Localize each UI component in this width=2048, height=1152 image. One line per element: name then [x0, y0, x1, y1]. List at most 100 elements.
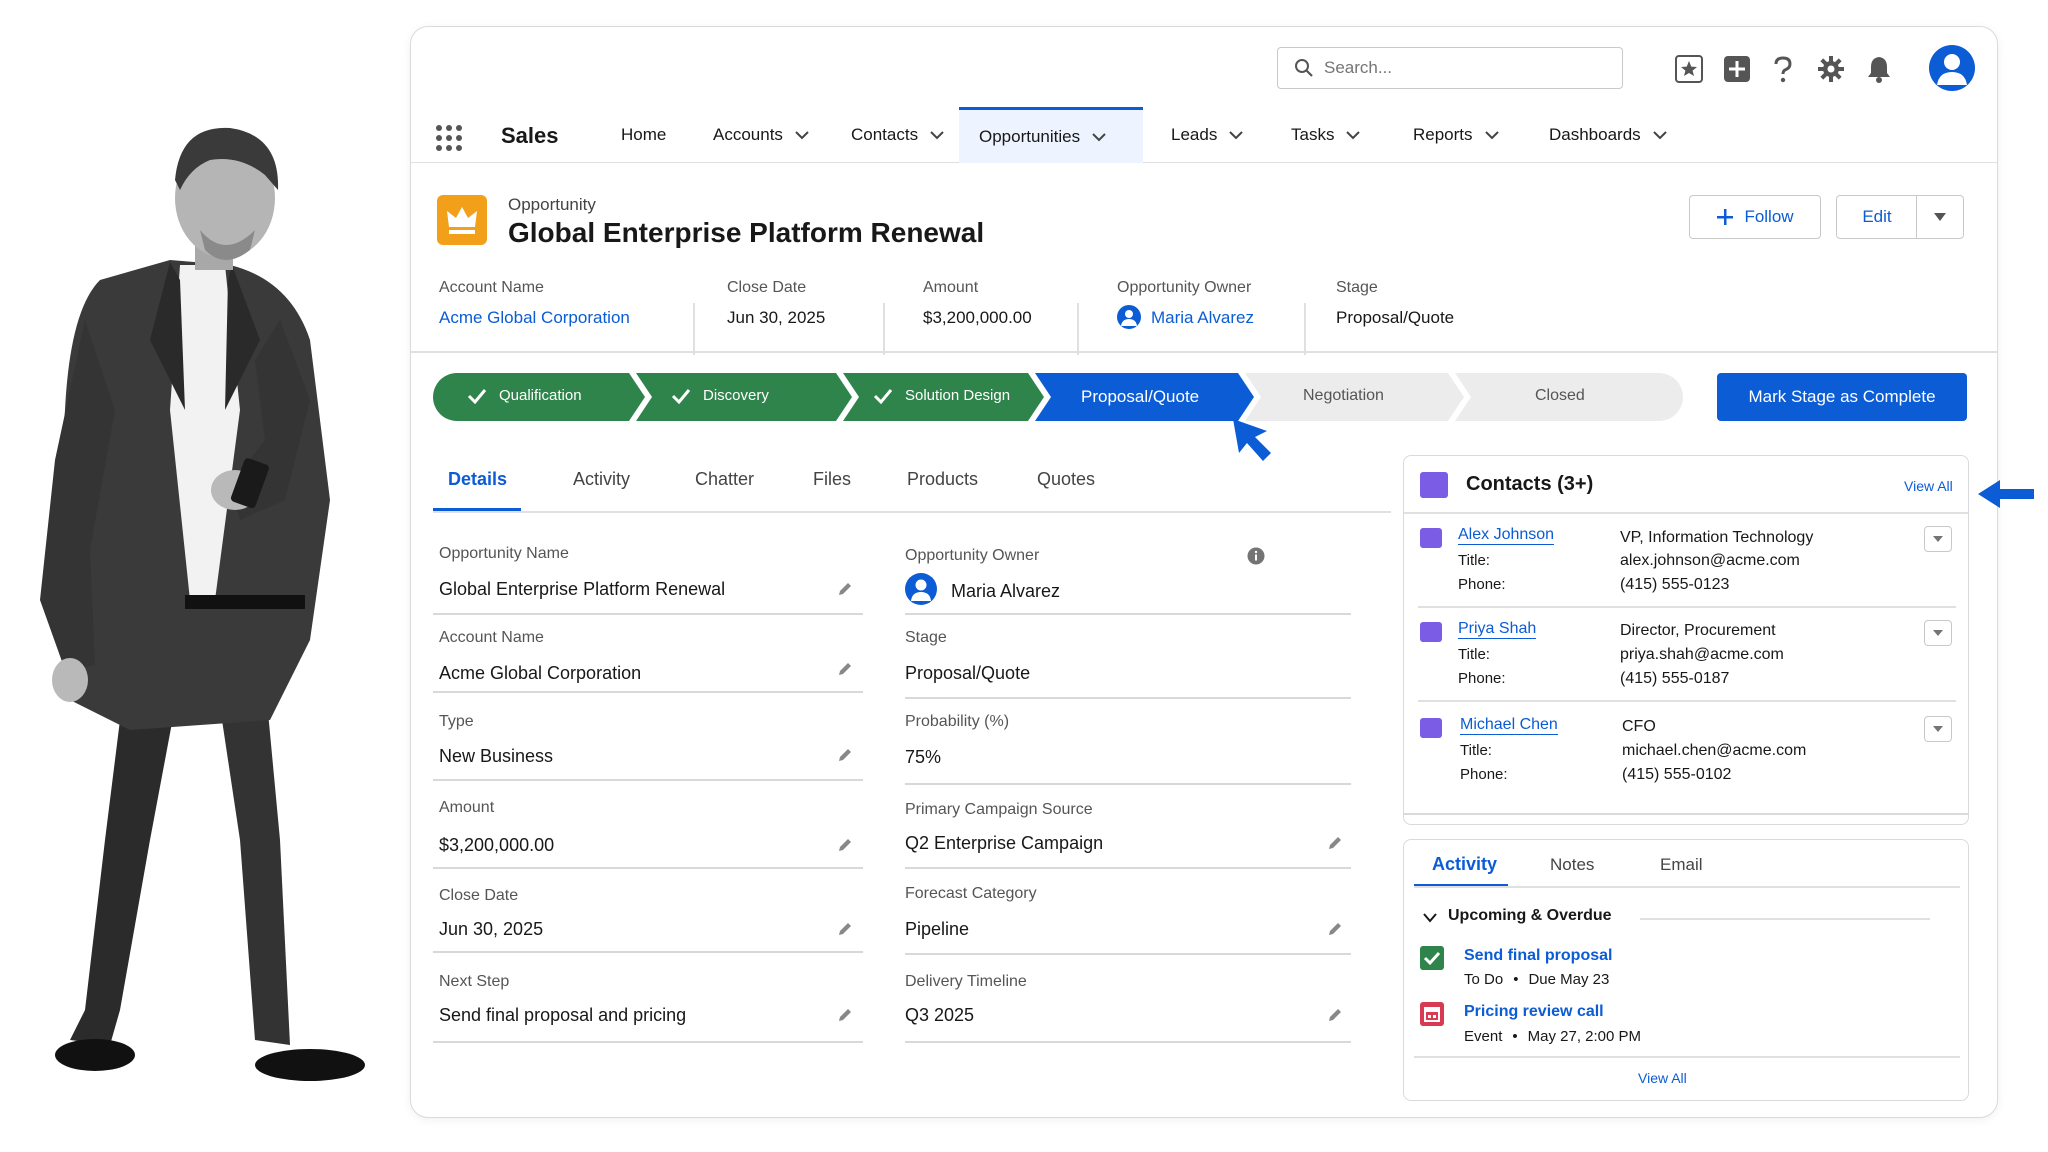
contact-name-link[interactable]: Priya Shah	[1458, 620, 1537, 639]
contact-name-link[interactable]: Michael Chen	[1460, 716, 1558, 735]
card-divider	[1414, 1056, 1960, 1058]
nav-item-leads[interactable]: Leads	[1151, 107, 1263, 163]
activity-item-meta: To Do • Due May 23	[1464, 971, 1610, 988]
path-step-label: Closed	[1535, 387, 1585, 404]
field-amount: $3,200,000.00	[439, 835, 555, 855]
user-avatar[interactable]	[1929, 45, 1975, 91]
chevron-down-icon[interactable]	[1346, 130, 1361, 140]
contact-row-menu-button[interactable]	[1924, 526, 1952, 552]
path-step-label: Solution Design	[873, 387, 1010, 404]
event-icon	[1420, 1002, 1444, 1026]
pencil-icon[interactable]	[1327, 921, 1343, 937]
path-step-label: Proposal/Quote	[1081, 387, 1200, 406]
edit-button[interactable]: Edit	[1836, 195, 1918, 239]
help-button[interactable]	[1767, 53, 1799, 85]
pencil-icon[interactable]	[837, 921, 853, 937]
favorites-button[interactable]	[1673, 53, 1705, 85]
follow-button[interactable]: Follow	[1689, 195, 1821, 239]
tab-products[interactable]: Products	[907, 469, 978, 490]
chevron-down-icon[interactable]	[795, 130, 809, 140]
nav-item-dashboards[interactable]: Dashboards	[1529, 107, 1687, 163]
contact-phone-link[interactable]: (415) 555-0102	[1622, 766, 1731, 784]
global-create-button[interactable]	[1721, 53, 1753, 85]
chevron-down-icon[interactable]	[1092, 132, 1106, 142]
activity-item-title-link[interactable]: Send final proposal	[1464, 947, 1612, 965]
more-actions-button[interactable]	[1916, 195, 1964, 239]
activity-item-title-link[interactable]: Pricing review call	[1464, 1003, 1604, 1021]
tab-chatter[interactable]: Chatter	[695, 469, 754, 490]
nav-item-tasks[interactable]: Tasks	[1271, 107, 1380, 163]
contact-row-menu-button[interactable]	[1924, 716, 1952, 742]
activity-view-all-link[interactable]: View All	[1638, 1070, 1687, 1086]
activity-tab-activity[interactable]: Activity	[1432, 854, 1497, 875]
divider	[1304, 303, 1306, 355]
field-divider	[905, 783, 1351, 785]
opportunity-icon	[437, 195, 487, 245]
caret-down-icon	[1934, 213, 1946, 221]
nav-item-home[interactable]: Home	[601, 107, 686, 163]
tab-details[interactable]: Details	[448, 469, 507, 490]
contact-row-menu-button[interactable]	[1924, 620, 1952, 646]
setup-button[interactable]	[1815, 53, 1847, 85]
mark-stage-complete-button[interactable]: Mark Stage as Complete	[1717, 373, 1967, 421]
pencil-icon[interactable]	[1327, 1007, 1343, 1023]
contacts-related-list: Contacts (3+) View All Alex Johnson Titl…	[1403, 455, 1969, 825]
contacts-view-all-link[interactable]: View All	[1904, 478, 1953, 494]
chevron-down-icon[interactable]	[1422, 912, 1438, 924]
section-line	[1640, 918, 1930, 920]
field-delivery-timeline: Q3 2025	[905, 1005, 975, 1025]
contact-email-link[interactable]: michael.chen@acme.com	[1622, 742, 1806, 760]
field-owner-link[interactable]: Maria Alvarez	[951, 581, 1060, 602]
contact-email-link[interactable]: priya.shah@acme.com	[1620, 646, 1784, 664]
nav-item-accounts[interactable]: Accounts	[693, 107, 829, 163]
activity-tab-notes[interactable]: Notes	[1550, 855, 1594, 875]
field-label: Primary Campaign Source	[905, 801, 1093, 818]
nav-item-contacts[interactable]: Contacts	[831, 107, 964, 163]
chevron-down-icon[interactable]	[930, 130, 944, 140]
tabs-divider	[1414, 886, 1960, 888]
nav-item-opportunities[interactable]: Opportunities	[959, 107, 1143, 163]
highlight-owner-link[interactable]: Maria Alvarez	[1151, 308, 1254, 328]
chevron-down-icon[interactable]	[1484, 130, 1499, 140]
highlight-account-link[interactable]: Acme Global Corporation	[439, 308, 630, 328]
pencil-icon[interactable]	[837, 837, 853, 853]
notifications-button[interactable]	[1863, 53, 1895, 85]
checkmark-icon	[467, 388, 487, 404]
field-label: Stage	[905, 629, 947, 646]
global-search[interactable]	[1277, 47, 1623, 89]
contact-email-link[interactable]: alex.johnson@acme.com	[1620, 552, 1800, 570]
tab-quotes[interactable]: Quotes	[1037, 469, 1095, 490]
path-step-label: Negotiation	[1303, 387, 1384, 404]
pencil-icon[interactable]	[1327, 835, 1343, 851]
field-divider	[433, 951, 863, 953]
contact-name-link[interactable]: Alex Johnson	[1458, 526, 1555, 545]
contact-phone-link[interactable]: (415) 555-0123	[1620, 576, 1729, 594]
contact-phone-link[interactable]: (415) 555-0187	[1620, 670, 1729, 688]
tab-files[interactable]: Files	[813, 469, 851, 490]
field-label: Opportunity Owner	[905, 547, 1040, 564]
chevron-down-icon[interactable]	[1652, 130, 1667, 140]
tab-activity[interactable]: Activity	[573, 469, 630, 490]
field-account-name-link[interactable]: Acme Global Corporation	[439, 663, 641, 684]
app-launcher-icon[interactable]	[435, 124, 463, 152]
pencil-icon[interactable]	[837, 1007, 853, 1023]
search-input[interactable]	[1324, 58, 1604, 78]
contacts-title: Contacts (3+)	[1466, 473, 1594, 495]
field-label: Forecast Category	[905, 885, 1037, 902]
pencil-icon[interactable]	[837, 661, 853, 677]
nav-item-reports[interactable]: Reports	[1393, 107, 1519, 163]
activity-item-meta: Event • May 27, 2:00 PM	[1464, 1028, 1642, 1045]
contact-title: CFO	[1622, 718, 1656, 735]
info-icon[interactable]	[1247, 547, 1265, 565]
chevron-down-icon[interactable]	[1229, 130, 1244, 140]
user-icon	[911, 579, 931, 601]
contact-phone-label: Phone:	[1458, 670, 1506, 687]
pointer-arrow-icon	[1978, 480, 2034, 508]
field-divider	[905, 867, 1351, 869]
stage-path	[433, 373, 1683, 421]
pencil-icon[interactable]	[837, 747, 853, 763]
pencil-icon[interactable]	[837, 581, 853, 597]
field-campaign-source-link[interactable]: Q2 Enterprise Campaign	[905, 833, 1103, 854]
highlight-label: Amount	[923, 279, 979, 296]
activity-tab-email[interactable]: Email	[1660, 855, 1703, 875]
